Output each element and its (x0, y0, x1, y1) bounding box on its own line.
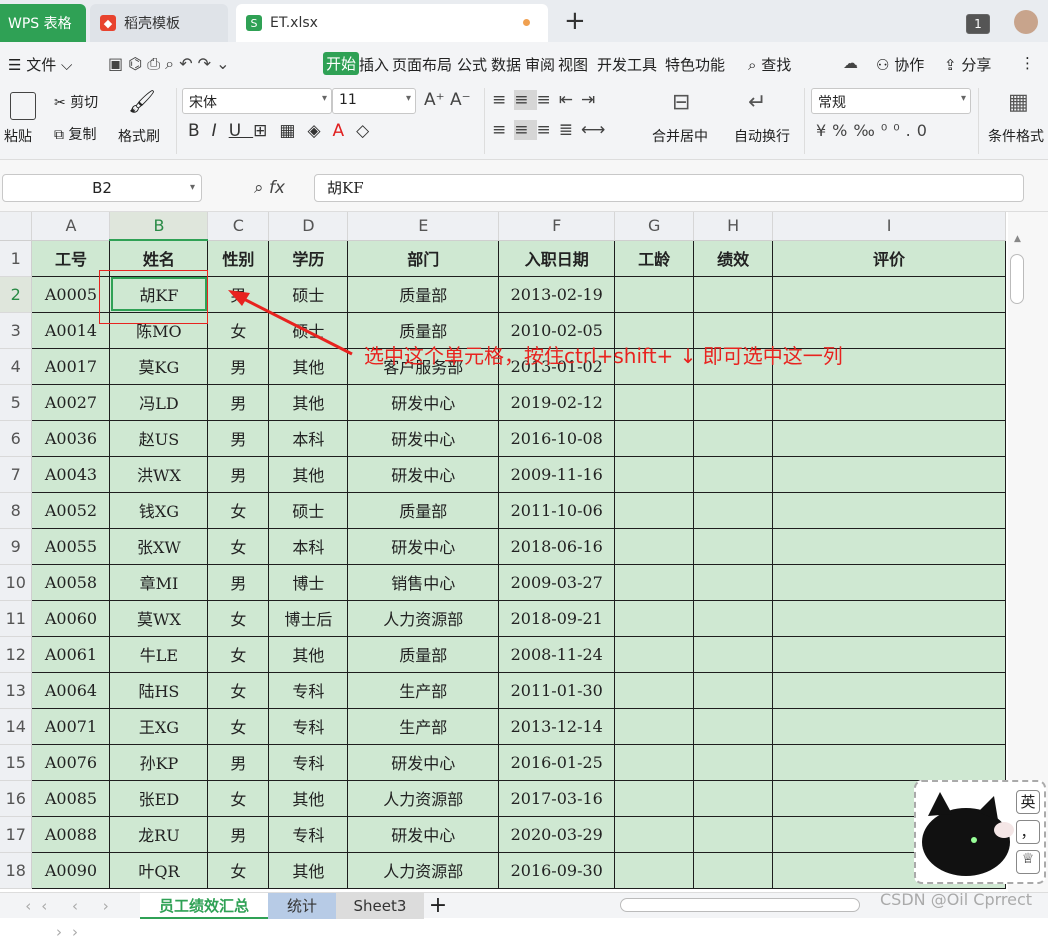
annotation-text: 选中这个单元格，按住ctrl+shift+ ↓ 即可选中这一列 (364, 344, 843, 368)
annotation-arrow (228, 290, 353, 356)
watermark: CSDN @Oil Cprrect (880, 890, 1033, 909)
sheet-tab-active[interactable]: 员工绩效汇总 (140, 893, 268, 919)
horizontal-scrollbar[interactable] (620, 898, 860, 912)
ime-lang-toggle[interactable]: 英 (1016, 790, 1040, 814)
ime-punct-toggle[interactable]: ， (1016, 820, 1040, 844)
add-sheet-icon[interactable]: + (426, 893, 450, 919)
sheet-tab[interactable]: 统计 (268, 893, 336, 919)
ime-widget[interactable]: 英 ， ♕ (914, 780, 1046, 884)
sheet-nav-icons[interactable]: ‹‹ ‹ › ›› (12, 893, 132, 941)
ime-skin-icon[interactable]: ♕ (1016, 850, 1040, 874)
sheet-tab[interactable]: Sheet3 (336, 893, 424, 919)
cat-mascot-icon (922, 792, 1014, 876)
